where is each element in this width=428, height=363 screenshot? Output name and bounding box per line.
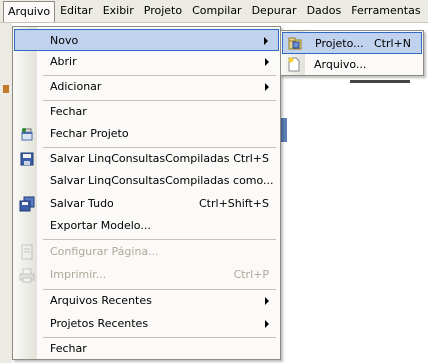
background-content bbox=[281, 118, 287, 142]
print-icon bbox=[19, 267, 35, 283]
submenu-arrow-icon bbox=[265, 297, 269, 305]
menu-item-projetos-recentes[interactable]: Projetos Recentes bbox=[14, 313, 279, 335]
submenu-arrow-icon bbox=[264, 37, 268, 45]
submenu-item-arquivo[interactable]: Arquivo... bbox=[282, 54, 422, 76]
save-icon bbox=[19, 151, 35, 167]
menu-item-label: Salvar LinqConsultasCompiladas bbox=[50, 152, 230, 165]
menu-item-adicionar[interactable]: Adicionar bbox=[14, 76, 279, 98]
menu-separator bbox=[43, 239, 276, 240]
menu-item-label: Salvar Tudo bbox=[50, 197, 114, 210]
menu-item-salvar[interactable]: Salvar LinqConsultasCompiladas Ctrl+S bbox=[14, 148, 279, 170]
menu-item-fechar-app[interactable]: Fechar bbox=[14, 338, 279, 360]
background-content bbox=[350, 80, 410, 83]
menu-item-label: Salvar LinqConsultasCompiladas como... bbox=[50, 174, 274, 187]
menu-bar: Arquivo Editar Exibir Projeto Compilar D… bbox=[0, 0, 428, 23]
page-setup-icon bbox=[19, 244, 35, 260]
menu-item-label: Adicionar bbox=[50, 80, 102, 93]
menu-item-label: Fechar bbox=[50, 342, 87, 355]
menu-item-abrir[interactable]: Abrir bbox=[14, 51, 279, 73]
menu-item-label: Novo bbox=[50, 34, 79, 47]
menu-item-fechar-projeto[interactable]: Fechar Projeto bbox=[14, 123, 279, 145]
menu-item-label: Arquivos Recentes bbox=[50, 294, 152, 307]
menu-editar[interactable]: Editar bbox=[55, 1, 98, 21]
menu-item-shortcut: Ctrl+S bbox=[233, 152, 269, 165]
menu-exibir[interactable]: Exibir bbox=[98, 1, 139, 21]
menu-projeto[interactable]: Projeto bbox=[139, 1, 187, 21]
menu-item-shortcut: Ctrl+P bbox=[233, 268, 269, 281]
file-menu: Novo Abrir Adicionar Fechar Fechar Proje… bbox=[12, 26, 281, 360]
menu-item-label: Fechar bbox=[50, 105, 87, 118]
menu-compilar[interactable]: Compilar bbox=[187, 1, 246, 21]
save-all-icon bbox=[19, 196, 35, 212]
menu-dados[interactable]: Dados bbox=[302, 1, 347, 21]
menu-item-fechar[interactable]: Fechar bbox=[14, 101, 279, 123]
submenu-item-projeto[interactable]: Projeto... Ctrl+N bbox=[282, 32, 422, 54]
submenu-arrow-icon bbox=[265, 320, 269, 328]
menu-item-label: Abrir bbox=[50, 55, 77, 68]
menu-item-exportar[interactable]: Exportar Modelo... bbox=[14, 215, 279, 237]
new-file-icon bbox=[286, 56, 302, 72]
menu-item-shortcut: Ctrl+N bbox=[373, 37, 411, 50]
menu-ferramentas[interactable]: Ferramentas bbox=[346, 1, 425, 21]
app-left-edge bbox=[0, 23, 12, 363]
menu-item-label: Projeto... bbox=[315, 37, 364, 50]
menu-item-imprimir[interactable]: Imprimir... Ctrl+P bbox=[14, 264, 279, 286]
menu-item-label: Fechar Projeto bbox=[50, 127, 129, 140]
menu-item-label: Imprimir... bbox=[50, 268, 107, 281]
menu-item-configurar-pagina[interactable]: Configurar Página... bbox=[14, 241, 279, 263]
menu-item-salvar-como[interactable]: Salvar LinqConsultasCompiladas como... bbox=[14, 170, 279, 192]
menu-item-novo[interactable]: Novo bbox=[14, 29, 279, 51]
menu-arquivo[interactable]: Arquivo bbox=[3, 1, 56, 22]
submenu-arrow-icon bbox=[265, 58, 269, 66]
menu-item-shortcut: Ctrl+Shift+S bbox=[199, 197, 269, 210]
menu-item-label: Exportar Modelo... bbox=[50, 219, 151, 232]
new-submenu: Projeto... Ctrl+N Arquivo... bbox=[280, 30, 424, 76]
submenu-arrow-icon bbox=[265, 83, 269, 91]
toolbox-marker bbox=[3, 85, 9, 93]
menu-depurar[interactable]: Depurar bbox=[247, 1, 302, 21]
menu-item-arquivos-recentes[interactable]: Arquivos Recentes bbox=[14, 290, 279, 312]
menu-item-salvar-tudo[interactable]: Salvar Tudo Ctrl+Shift+S bbox=[14, 193, 279, 215]
close-project-icon bbox=[19, 126, 35, 142]
menu-item-label: Projetos Recentes bbox=[50, 317, 149, 330]
new-project-icon bbox=[287, 35, 303, 51]
menu-item-label: Configurar Página... bbox=[50, 245, 159, 258]
menu-item-label: Arquivo... bbox=[314, 58, 367, 71]
